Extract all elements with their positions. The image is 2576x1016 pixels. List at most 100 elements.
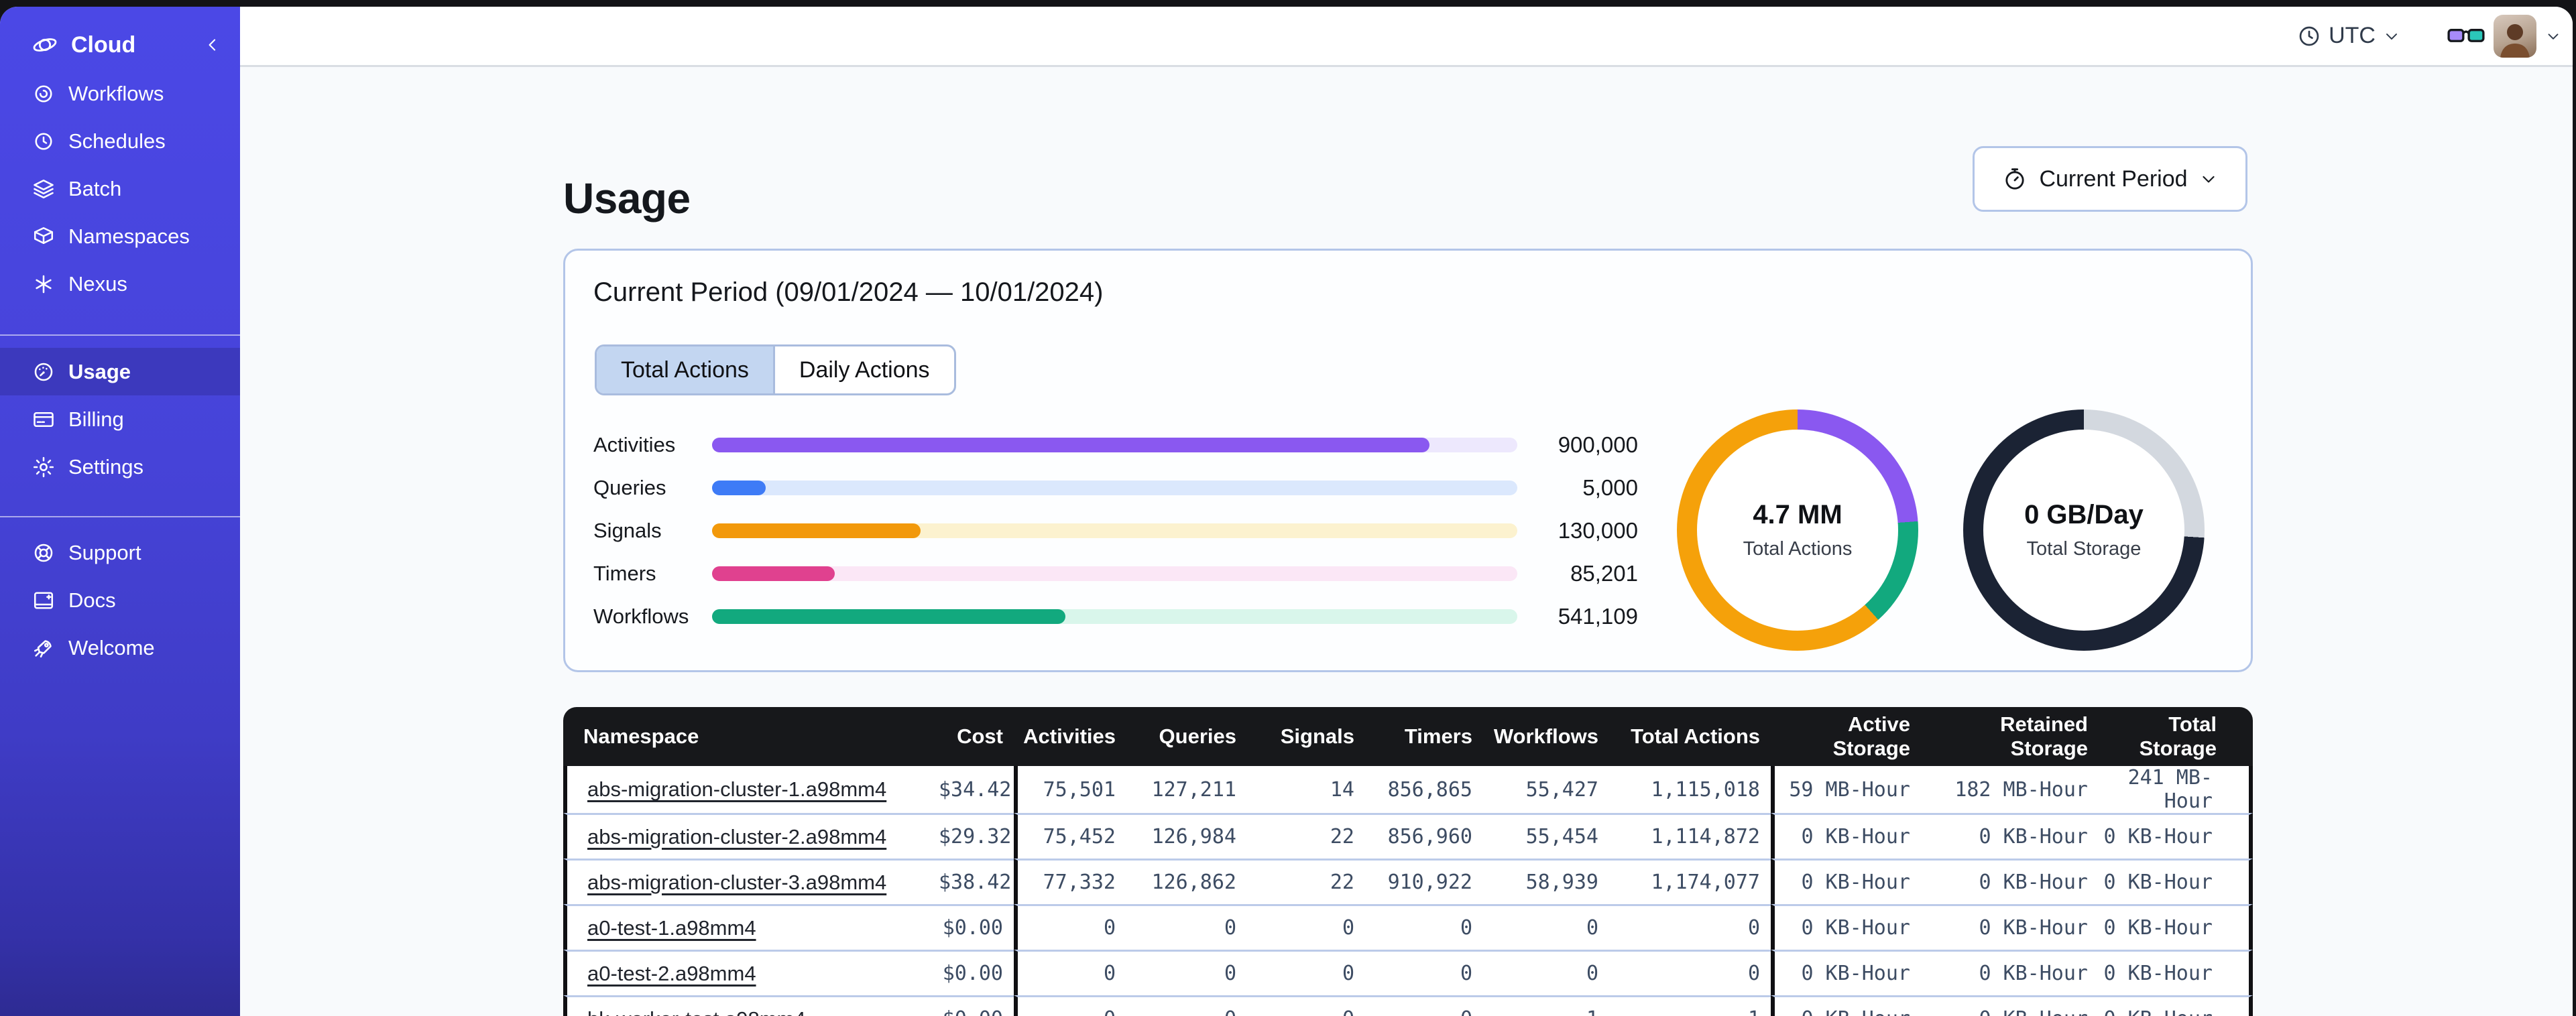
activities-cell: 75,452 <box>1014 813 1126 859</box>
namespace-link[interactable]: abs-migration-cluster-3.a98mm4 <box>587 871 886 894</box>
sidebar-item-workflows[interactable]: Workflows <box>0 70 240 117</box>
page-title: Usage <box>563 174 691 223</box>
col-cost: Cost <box>939 707 1014 766</box>
signals-cell: 22 <box>1247 813 1365 859</box>
cost-cell: $29.32 <box>939 813 1014 859</box>
active-storage-cell: 0 KB-Hour <box>1771 995 1921 1016</box>
total-storage-cell: 0 KB-Hour <box>2099 995 2253 1016</box>
namespace-link[interactable]: abs-migration-cluster-2.a98mm4 <box>587 825 886 848</box>
activities-cell: 0 <box>1014 995 1126 1016</box>
sidebar-item-docs[interactable]: Docs <box>0 576 240 624</box>
usage-bar-track <box>712 438 1517 452</box>
retained-storage-cell: 0 KB-Hour <box>1921 859 2099 904</box>
namespace-link[interactable]: bk-worker-test.a98mm4 <box>587 1007 806 1016</box>
collapse-sidebar-button[interactable] <box>202 35 223 55</box>
glasses-icon <box>2447 28 2485 42</box>
workflows-cell: 0 <box>1483 904 1609 950</box>
welcome-rocket-icon <box>34 639 52 657</box>
chevron-left-icon <box>209 39 216 51</box>
col-namespace: Namespace <box>563 707 939 766</box>
sidebar-item-welcome[interactable]: Welcome <box>0 624 240 672</box>
sidebar-item-label: Workflows <box>68 81 164 105</box>
sidebar-item-nexus[interactable]: Nexus <box>0 260 240 308</box>
timers-cell: 856,865 <box>1365 766 1483 813</box>
chevron-down-icon <box>2202 176 2215 183</box>
sidebar-nav-primary: Workflows Schedules Batch Namespaces Nex… <box>0 70 240 308</box>
sidebar-item-billing[interactable]: Billing <box>0 395 240 443</box>
signals-cell: 22 <box>1247 859 1365 904</box>
settings-gear-icon <box>33 456 54 477</box>
sidebar-divider <box>0 516 240 517</box>
table-row: abs-migration-cluster-2.a98mm4 $29.32 75… <box>563 813 2253 859</box>
user-avatar[interactable] <box>2494 14 2536 58</box>
usage-summary-card: Current Period (09/01/2024 — 10/01/2024)… <box>563 249 2253 672</box>
retained-storage-cell: 0 KB-Hour <box>1921 904 2099 950</box>
col-retained-storage: Retained Storage <box>1921 707 2099 766</box>
docs-book-icon <box>34 591 54 609</box>
timers-cell: 0 <box>1365 904 1483 950</box>
cost-cell: $38.42 <box>939 859 1014 904</box>
sidebar-divider <box>0 334 240 336</box>
timezone-selector[interactable]: UTC <box>2296 23 2401 49</box>
col-queries: Queries <box>1126 707 1247 766</box>
sidebar-item-label: Docs <box>68 588 116 612</box>
glasses-button[interactable] <box>2447 24 2485 48</box>
total-actions-value: 4.7 MM <box>1753 500 1842 529</box>
total-storage-cell: 0 KB-Hour <box>2099 859 2253 904</box>
active-storage-cell: 0 KB-Hour <box>1771 813 1921 859</box>
usage-bar-row: Workflows 541,109 <box>593 595 1638 638</box>
table-row: bk-worker-test.a98mm4 $0.00 0 0 0 0 1 1 … <box>563 995 2253 1016</box>
sidebar-item-namespaces[interactable]: Namespaces <box>0 212 240 260</box>
sidebar-item-label: Schedules <box>68 129 166 153</box>
sidebar-item-schedules[interactable]: Schedules <box>0 117 240 165</box>
queries-cell: 127,211 <box>1126 766 1247 813</box>
active-storage-cell: 0 KB-Hour <box>1771 904 1921 950</box>
tab-daily-actions[interactable]: Daily Actions <box>772 346 954 393</box>
sidebar-item-label: Nexus <box>68 271 127 296</box>
usage-gauge-icon <box>34 363 53 381</box>
col-signals: Signals <box>1247 707 1365 766</box>
account-menu-chevron-icon[interactable] <box>2544 27 2562 45</box>
actions-tab-group: Total Actions Daily Actions <box>595 344 956 395</box>
namespace-link[interactable]: a0-test-2.a98mm4 <box>587 962 756 985</box>
usage-bar-track <box>712 566 1517 581</box>
usage-bar-label: Workflows <box>593 605 689 628</box>
active-storage-cell: 0 KB-Hour <box>1771 859 1921 904</box>
sidebar: Cloud Workflows Schedules Batch Namespac… <box>0 7 240 1016</box>
stopwatch-icon <box>2005 168 2025 190</box>
col-workflows: Workflows <box>1483 707 1609 766</box>
cost-cell: $0.00 <box>939 950 1014 995</box>
period-selector-button[interactable]: Current Period <box>1973 146 2247 212</box>
table-row: abs-migration-cluster-1.a98mm4 $34.42 75… <box>563 766 2253 813</box>
schedules-icon <box>35 132 52 150</box>
usage-bar-value: 5,000 <box>1582 475 1638 500</box>
clock-icon <box>2299 26 2319 46</box>
total-actions-caption: Total Actions <box>1743 538 1853 560</box>
sidebar-item-settings[interactable]: Settings <box>0 443 240 491</box>
namespace-link[interactable]: a0-test-1.a98mm4 <box>587 916 756 940</box>
sidebar-item-label: Settings <box>68 454 144 479</box>
tab-total-actions[interactable]: Total Actions <box>597 346 773 393</box>
top-header: UTC <box>240 7 2573 67</box>
queries-cell: 0 <box>1126 904 1247 950</box>
total-storage-cell: 241 MB-Hour <box>2099 766 2253 813</box>
timers-cell: 856,960 <box>1365 813 1483 859</box>
sidebar-item-usage[interactable]: Usage <box>0 348 240 395</box>
total-actions-cell: 0 <box>1609 904 1771 950</box>
namespace-link[interactable]: abs-migration-cluster-1.a98mm4 <box>587 777 886 801</box>
workflows-cell: 1 <box>1483 995 1609 1016</box>
table-row: a0-test-1.a98mm4 $0.00 0 0 0 0 0 0 0 KB-… <box>563 904 2253 950</box>
retained-storage-cell: 182 MB-Hour <box>1921 766 2099 813</box>
retained-storage-cell: 0 KB-Hour <box>1921 995 2099 1016</box>
sidebar-item-label: Welcome <box>68 635 155 659</box>
usage-bar-label: Activities <box>593 433 676 456</box>
timers-cell: 0 <box>1365 950 1483 995</box>
usage-bar-row: Timers 85,201 <box>593 552 1638 595</box>
queries-cell: 0 <box>1126 950 1247 995</box>
active-storage-cell: 0 KB-Hour <box>1771 950 1921 995</box>
sidebar-item-support[interactable]: Support <box>0 529 240 576</box>
namespace-cell: bk-worker-test.a98mm4 <box>563 995 939 1016</box>
usage-bar-value: 541,109 <box>1558 604 1638 629</box>
sidebar-item-batch[interactable]: Batch <box>0 165 240 212</box>
usage-bar-label: Signals <box>593 519 662 542</box>
